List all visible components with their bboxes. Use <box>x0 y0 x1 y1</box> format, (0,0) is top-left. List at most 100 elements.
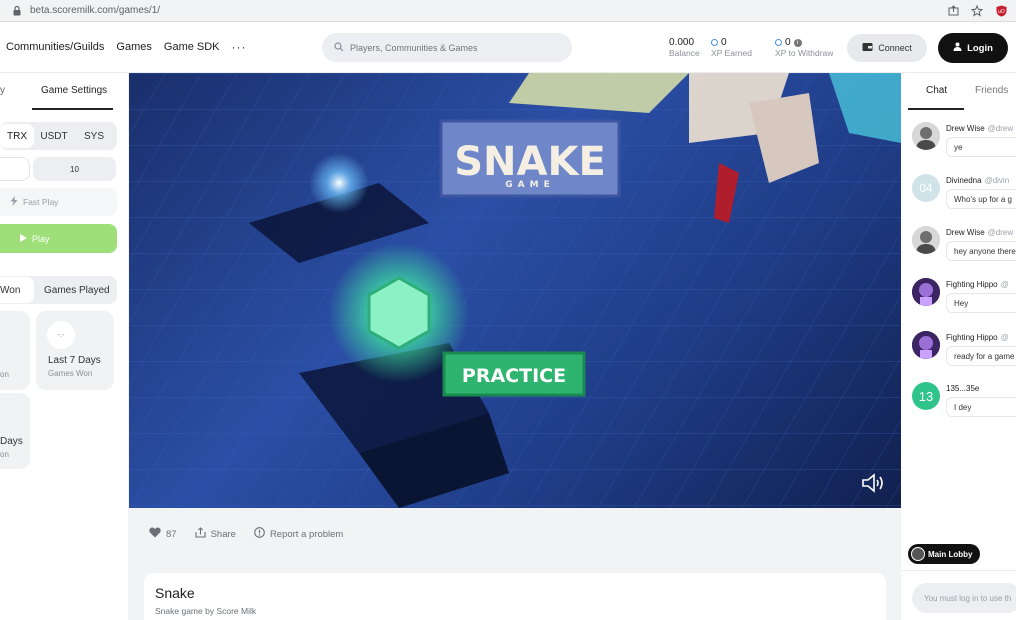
play-button[interactable]: Play <box>0 224 117 253</box>
wallet-icon <box>862 42 873 54</box>
connect-wallet-button[interactable]: Connect <box>847 34 927 62</box>
game-settings-panel: y Game Settings TRX USDT SYS 10 Fast Pla… <box>0 73 128 620</box>
message-author[interactable]: 135...35e <box>946 384 982 393</box>
avatar[interactable] <box>912 226 940 254</box>
message-text: ready for a game <box>946 346 1016 366</box>
avatar[interactable] <box>912 331 940 359</box>
amount-option-selected[interactable] <box>0 157 30 181</box>
share-label: Share <box>210 528 236 540</box>
avatar[interactable] <box>912 278 940 306</box>
search-icon <box>334 39 344 57</box>
search-bar[interactable] <box>322 33 572 62</box>
stat-card-caption: Games Won <box>48 369 93 378</box>
xp-withdraw-label: XP to Withdraw <box>775 48 834 58</box>
stat-card-title: Days <box>0 436 23 447</box>
xp-earned-label: XP Earned <box>711 48 752 58</box>
like-button[interactable]: 87 <box>149 527 177 541</box>
game-logo-subtitle: GAME <box>505 180 554 190</box>
top-navigation: Communities/Guilds Games Game SDK ··· 0.… <box>0 22 1016 73</box>
message-author[interactable]: Drew Wise @drew <box>946 124 1013 133</box>
xp-earned-value: 0 <box>721 37 727 48</box>
svg-text:uO: uO <box>998 9 1005 15</box>
message-text: I dey <box>946 397 1016 417</box>
browser-url[interactable]: beta.scoremilk.com/games/1/ <box>30 5 160 16</box>
xp-coin-icon <box>711 39 718 46</box>
nav-game-sdk[interactable]: Game SDK <box>164 41 220 53</box>
tab-lobby[interactable]: y <box>0 85 5 96</box>
stat-card: Days on <box>0 393 30 469</box>
amount-option-10[interactable]: 10 <box>33 157 116 181</box>
nav-games[interactable]: Games <box>116 41 151 53</box>
fast-play-button[interactable]: Fast Play <box>0 188 117 216</box>
stat-card-last-7-days: -.- Last 7 Days Games Won <box>36 311 114 390</box>
nav-communities-guilds[interactable]: Communities/Guilds <box>6 41 104 53</box>
tab-chat[interactable]: Chat <box>926 85 947 96</box>
currency-option-trx[interactable]: TRX <box>0 124 34 148</box>
fast-play-label: Fast Play <box>23 197 59 207</box>
game-title: Snake <box>155 585 195 601</box>
share-button[interactable]: Share <box>195 527 236 541</box>
main-lobby-label: Main Lobby <box>928 549 973 559</box>
volume-icon[interactable] <box>861 472 887 494</box>
stats-tabs: Won Games Played <box>0 276 117 304</box>
game-subtitle: Snake game by Score Milk <box>155 606 257 616</box>
search-input[interactable] <box>350 42 550 53</box>
more-menu-button[interactable]: ··· <box>232 40 247 54</box>
game-details-card: Snake Snake game by Score Milk <box>144 573 886 620</box>
avatar[interactable] <box>912 122 940 150</box>
lock-icon <box>10 4 24 18</box>
game-logo-text: SNAKE <box>454 139 606 185</box>
star-icon[interactable] <box>970 4 984 18</box>
login-label: Login <box>967 42 993 54</box>
report-problem-button[interactable]: Report a problem <box>254 527 343 541</box>
message-text: Hey <box>946 293 1016 313</box>
game-info-area: 87 Share Report a problem Snake Snake ga… <box>129 508 901 620</box>
user-icon <box>953 42 962 54</box>
like-count: 87 <box>166 528 177 540</box>
tab-game-settings[interactable]: Game Settings <box>41 85 107 96</box>
main-lobby-button[interactable]: Main Lobby <box>908 544 980 564</box>
message-text: Who's up for a g <box>946 189 1016 209</box>
stat-card-title: Last 7 Days <box>48 355 101 366</box>
currency-option-usdt[interactable]: USDT <box>34 131 74 142</box>
message-author[interactable]: Divinedna @divin <box>946 176 1009 185</box>
stat-card-caption: on <box>0 450 9 459</box>
message-author[interactable]: Fighting Hippo @ <box>946 280 1009 289</box>
login-button[interactable]: Login <box>938 33 1008 63</box>
avatar[interactable]: 13 <box>912 382 940 410</box>
play-label: Play <box>32 233 50 244</box>
xp-earned-stat: 0 XP Earned <box>711 37 752 59</box>
share-icon <box>195 527 206 541</box>
tab-won[interactable]: Won <box>0 277 34 303</box>
info-icon[interactable]: i <box>793 38 802 47</box>
chat-panel: Chat Friends Drew Wise @drew ye 04 Divine… <box>901 73 1016 620</box>
balance-stat: 0.000 Balance <box>669 37 700 59</box>
heart-icon <box>149 527 161 541</box>
chat-input[interactable]: You must log in to use th <box>912 583 1016 613</box>
tab-friends[interactable]: Friends <box>975 85 1008 96</box>
tab-games-played[interactable]: Games Played <box>44 285 110 296</box>
share-page-icon[interactable] <box>946 4 960 18</box>
balance-value: 0.000 <box>669 37 695 48</box>
currency-option-sys[interactable]: SYS <box>74 131 114 142</box>
play-icon <box>20 233 27 244</box>
balance-label: Balance <box>669 48 700 58</box>
game-canvas[interactable]: SNAKE GAME PRACTICE <box>129 73 901 508</box>
amount-selector: 10 <box>0 157 117 181</box>
active-tab-underline <box>32 108 113 110</box>
xp-withdraw-value: 0 <box>785 37 791 48</box>
stat-card: on <box>0 311 30 390</box>
message-author[interactable]: Drew Wise @drew <box>946 228 1013 237</box>
xp-withdraw-stat: 0i XP to Withdraw <box>775 37 833 59</box>
game-scene-illustration: SNAKE GAME PRACTICE <box>129 73 901 508</box>
avatar[interactable]: 04 <box>912 174 940 202</box>
connect-label: Connect <box>878 43 912 53</box>
active-tab-underline <box>908 108 964 110</box>
xp-coin-icon <box>775 39 782 46</box>
warning-icon <box>254 527 265 541</box>
avatar: -.- <box>47 321 75 349</box>
practice-button-label[interactable]: PRACTICE <box>462 365 566 387</box>
currency-selector: TRX USDT SYS <box>0 122 117 150</box>
extension-shield-icon[interactable]: uO <box>994 4 1008 18</box>
message-author[interactable]: Fighting Hippo @ <box>946 333 1009 342</box>
